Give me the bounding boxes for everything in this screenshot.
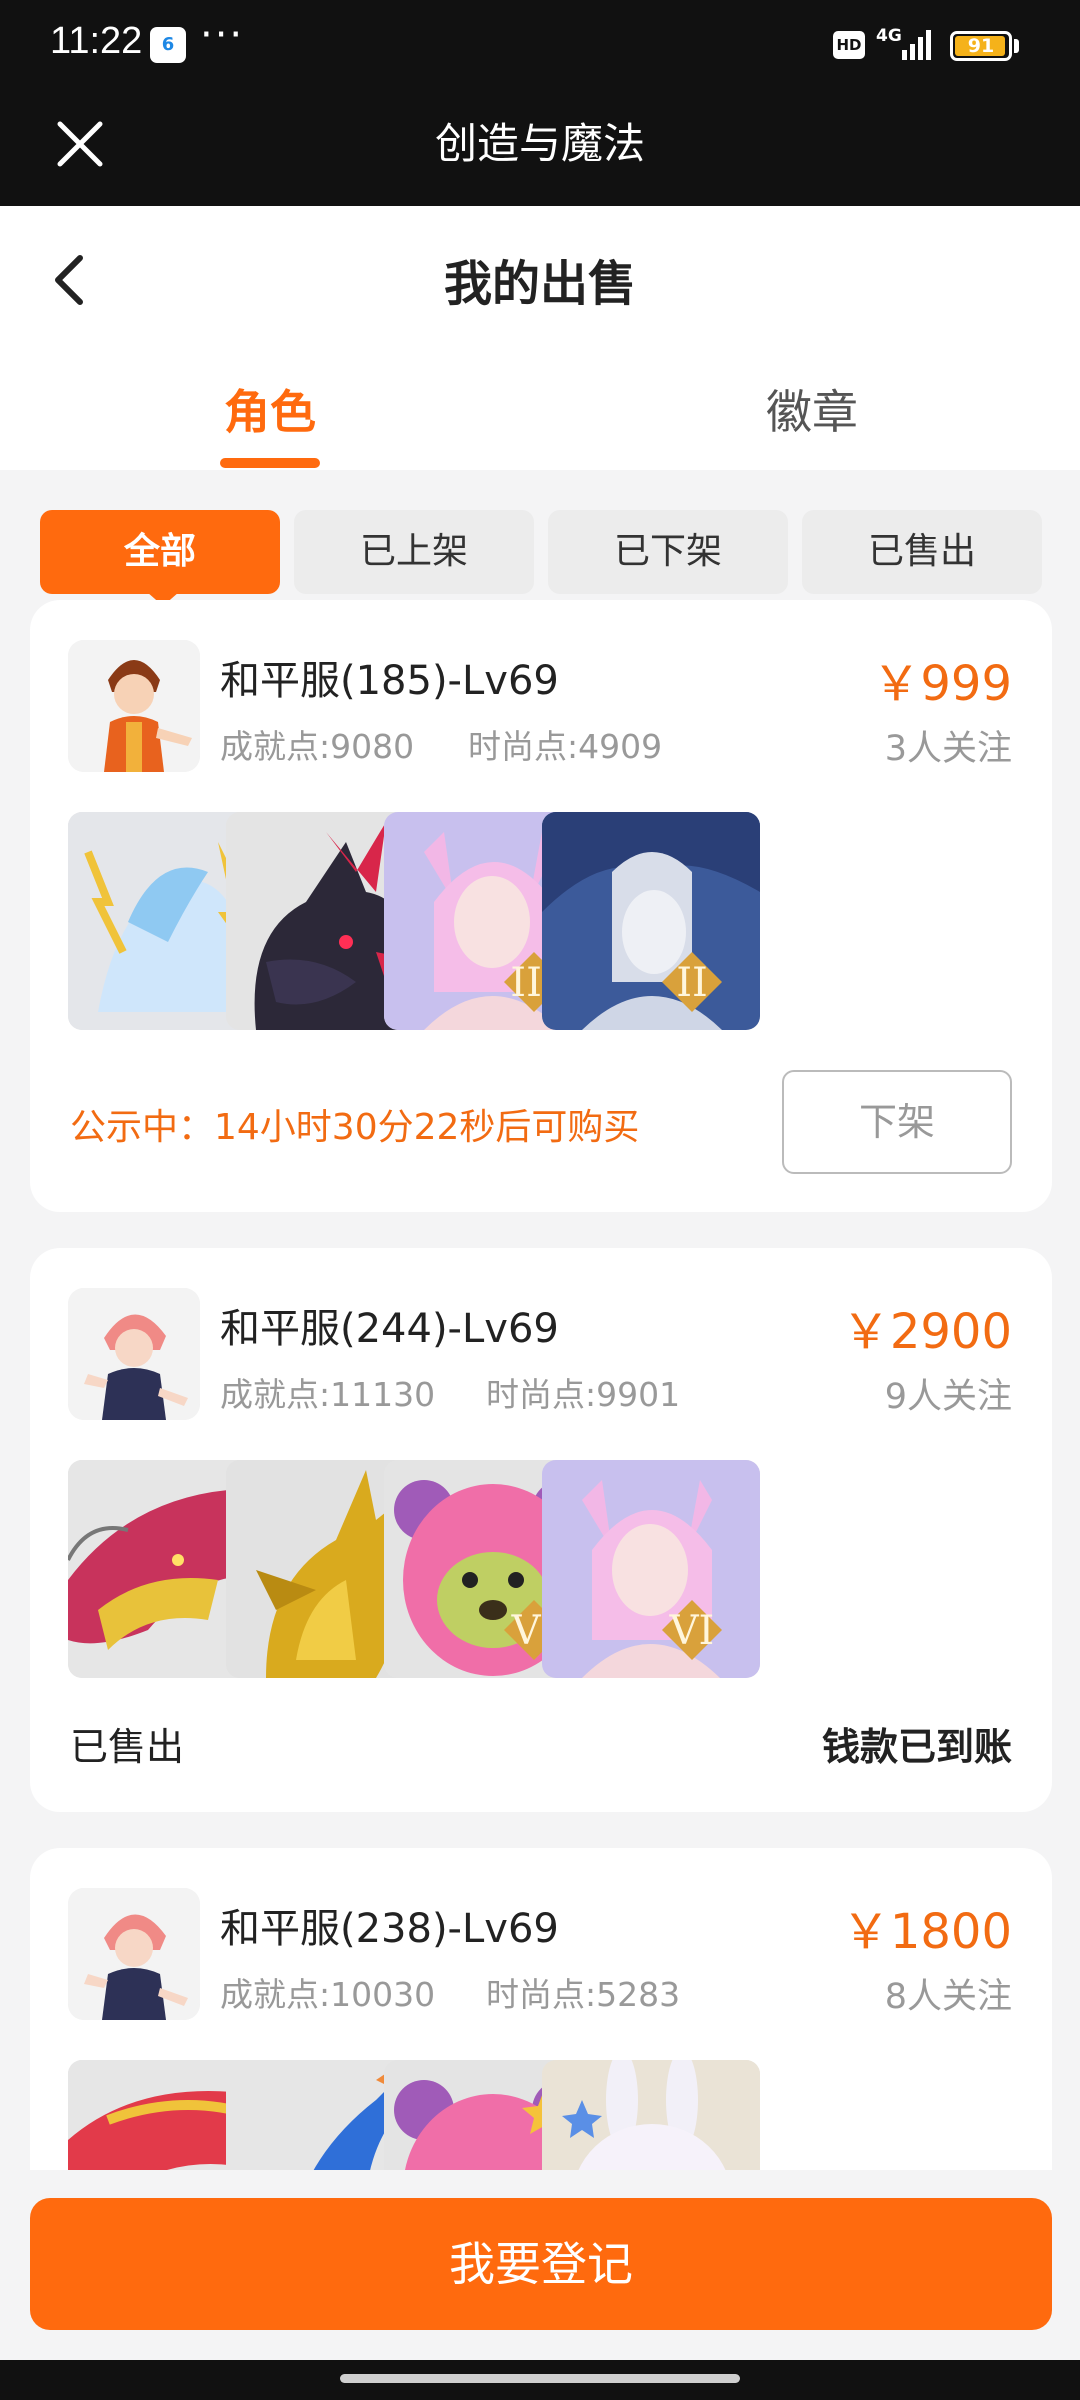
achievement-points: 成就点:10030 <box>220 1975 436 2014</box>
hd-voice-icon: HD <box>833 31 865 59</box>
listing-card[interactable]: 和平服(185)-Lv69 成就点:9080 时尚点:4909 ￥999 3人关… <box>30 600 1052 1212</box>
outfit-thumbnail-fox-girl: VI <box>542 1460 760 1678</box>
filter-sold[interactable]: 已售出 <box>802 510 1042 594</box>
page-header: 我的出售 角色 徽章 <box>0 206 1080 470</box>
status-time: 11:22 <box>50 20 143 62</box>
rank-badge-label: VI <box>669 1608 715 1654</box>
battery-level: 91 <box>967 35 995 57</box>
tab-roles[interactable]: 角色 <box>170 376 370 442</box>
achievement-points: 成就点:9080 <box>220 727 415 766</box>
more-notifications-icon: ··· <box>200 12 245 58</box>
app-bar: 创造与魔法 <box>0 92 1080 206</box>
filter-all[interactable]: 全部 <box>40 510 280 594</box>
battery-icon: 91 <box>950 31 1012 61</box>
notification-app-icon: 6 <box>150 27 186 63</box>
listing-card[interactable]: 和平服(244)-Lv69 成就点:11130 时尚点:9901 ￥2900 9… <box>30 1248 1052 1812</box>
price: ￥999 <box>872 656 1012 712</box>
rank-badge-label: II <box>676 960 708 1006</box>
follower-count: 8人关注 <box>884 1977 1012 2017</box>
battery-tip <box>1014 39 1019 53</box>
character-avatar <box>68 1888 200 2020</box>
character-avatar <box>68 640 200 772</box>
delist-button[interactable]: 下架 <box>782 1070 1012 1174</box>
character-name: 和平服(244)-Lv69 <box>220 1306 559 1352</box>
tab-badges[interactable]: 徽章 <box>712 376 912 442</box>
character-name: 和平服(185)-Lv69 <box>220 658 559 704</box>
fashion-points: 时尚点:5283 <box>486 1975 681 2014</box>
fashion-points: 时尚点:9901 <box>486 1375 681 1414</box>
page-title: 我的出售 <box>443 256 636 312</box>
follower-count: 9人关注 <box>884 1377 1012 1417</box>
character-avatar <box>68 1288 200 1420</box>
sale-status: 已售出 <box>70 1725 185 1769</box>
register-button[interactable]: 我要登记 <box>30 2198 1052 2330</box>
fashion-points: 时尚点:4909 <box>468 727 663 766</box>
character-name: 和平服(238)-Lv69 <box>220 1906 559 1952</box>
app-title: 创造与魔法 <box>434 119 645 168</box>
follower-count: 3人关注 <box>884 729 1012 769</box>
filter-delisted[interactable]: 已下架 <box>548 510 788 594</box>
status-bar: 11:22 6 ··· HD 4G 91 <box>0 0 1080 92</box>
price: ￥1800 <box>841 1904 1012 1960</box>
achievement-points: 成就点:11130 <box>220 1375 436 1414</box>
price: ￥2900 <box>841 1304 1012 1360</box>
active-tab-indicator <box>220 458 320 468</box>
filter-listed[interactable]: 已上架 <box>294 510 534 594</box>
outfit-thumbnail-dragon-helm: II <box>542 812 760 1030</box>
payment-status: 钱款已到账 <box>821 1725 1012 1769</box>
home-indicator[interactable] <box>340 2374 740 2383</box>
publicity-countdown: 公示中：14小时30分22秒后可购买 <box>70 1107 640 1148</box>
signal-icon <box>902 30 931 60</box>
